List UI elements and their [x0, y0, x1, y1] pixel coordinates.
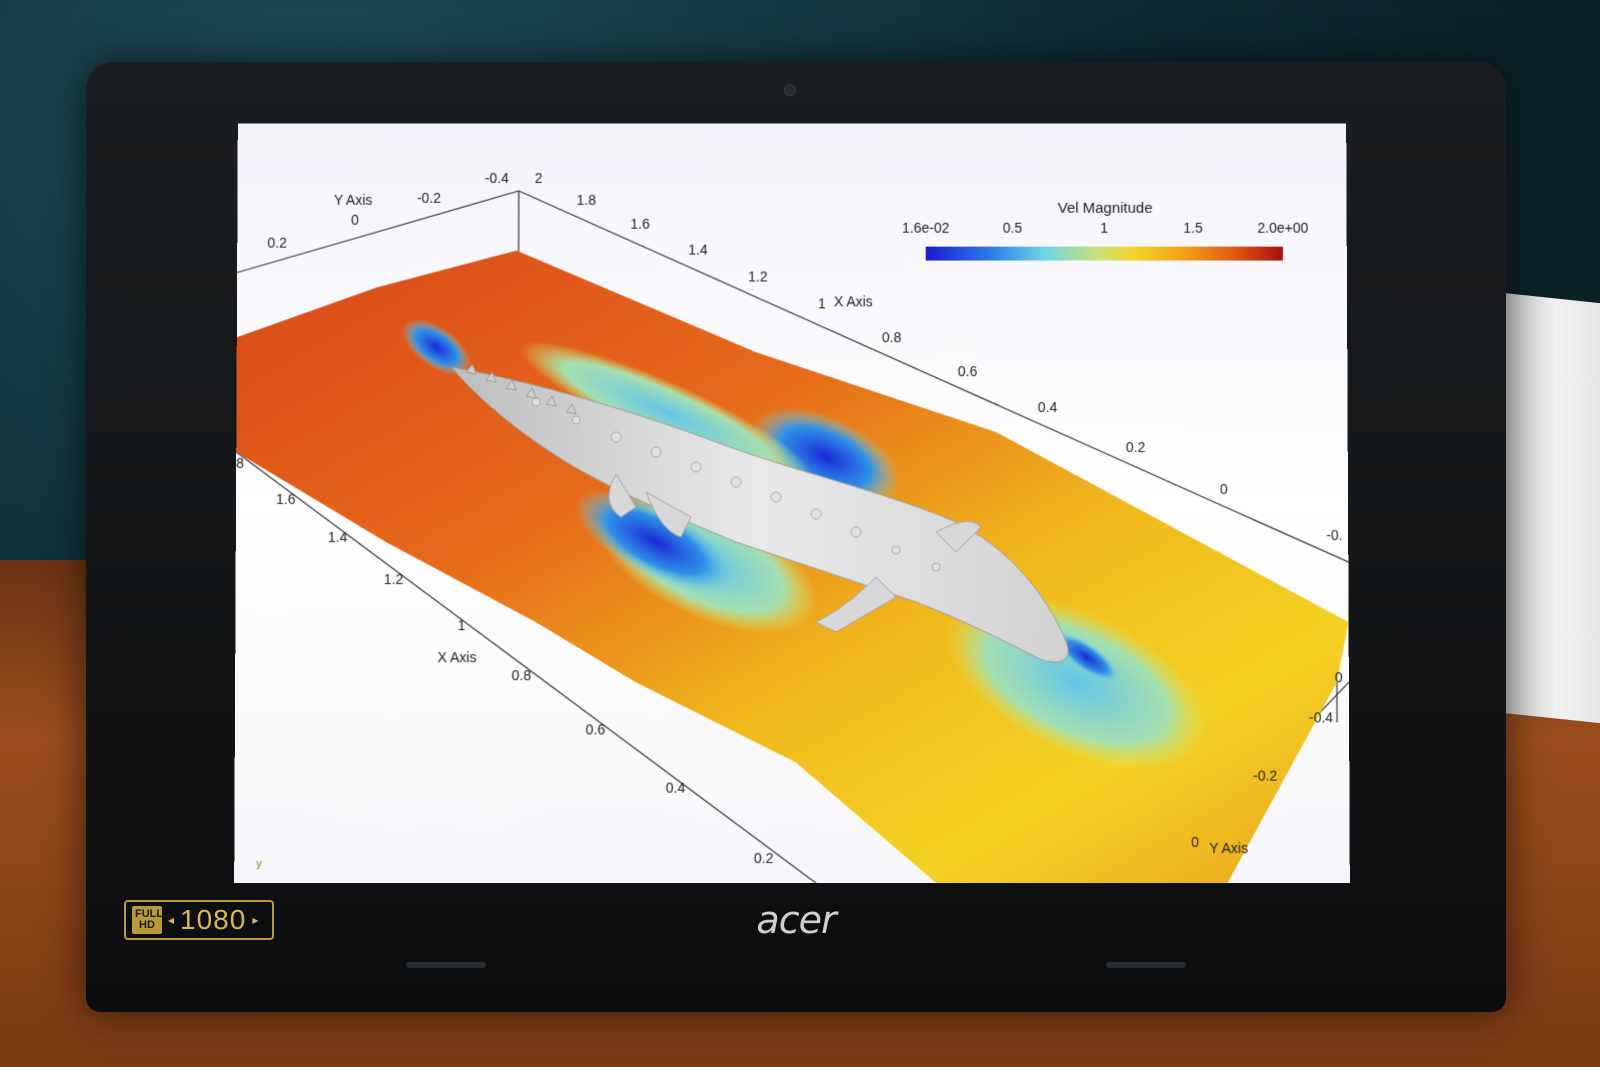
x-tick: 0.4 — [1038, 399, 1058, 415]
legend-tick-1-5: 1.5 — [1183, 220, 1203, 236]
x-tick: 1.2 — [384, 571, 404, 587]
x-axis-title-top: X Axis — [834, 293, 873, 309]
x-tick: 0.6 — [586, 721, 606, 737]
x-tick: 1.4 — [328, 529, 348, 545]
y-tick: 0.2 — [267, 235, 287, 251]
color-legend: Vel Magnitude 1.6e-02 0.5 1 1.5 2.0e+00 — [902, 200, 1309, 261]
hinge-right — [1106, 962, 1186, 968]
x-tick: 0.8 — [512, 667, 532, 683]
resolution-label: 1080 — [180, 904, 247, 935]
hinge-left — [406, 962, 486, 968]
x-tick: 0.4 — [666, 780, 686, 796]
x-tick: 0 — [1220, 481, 1228, 497]
x-tick: 1 — [818, 295, 826, 311]
paper-document — [1500, 292, 1600, 728]
colorbar — [925, 246, 1283, 261]
y-tick: 0 — [351, 212, 359, 228]
brand-logo: acer — [756, 898, 836, 942]
y-tick: -0.4 — [1309, 709, 1333, 725]
y-axis-title-right: Y Axis — [1209, 840, 1248, 856]
laptop-screen: Vel Magnitude 1.6e-02 0.5 1 1.5 2.0e+00 … — [234, 123, 1350, 884]
cfd-visualization: Vel Magnitude 1.6e-02 0.5 1 1.5 2.0e+00 … — [234, 170, 1350, 884]
y-axis-title-top: Y Axis — [334, 192, 373, 208]
legend-tick-min: 1.6e-02 — [902, 220, 950, 236]
laptop: Vel Magnitude 1.6e-02 0.5 1 1.5 2.0e+00 … — [86, 62, 1506, 1012]
full-hd-badge: FULL HD ◂ 1080 ▸ — [124, 900, 274, 940]
x-tick: 2 — [535, 170, 543, 186]
legend-title: Vel Magnitude — [1058, 200, 1153, 217]
x-axis-title-left: X Axis — [437, 649, 476, 665]
x-tick: 0.6 — [958, 363, 978, 379]
x-tick: 0.2 — [1126, 439, 1146, 455]
chevron-right-icon: ▸ — [252, 913, 259, 927]
legend-tick-0-5: 0.5 — [1003, 220, 1023, 236]
x-tick: 1.8 — [577, 192, 597, 208]
x-tick: 1.6 — [276, 491, 296, 507]
x-tick: 0.2 — [754, 850, 774, 866]
x-tick: -0. — [1326, 527, 1342, 543]
x-tick: 8 — [236, 455, 244, 471]
top-y-axis: Y Axis 0.2 0 -0.2 -0.4 — [267, 170, 509, 251]
x-tick: 1.4 — [688, 242, 708, 258]
y-tick: 0 — [1191, 834, 1199, 850]
webcam-icon — [784, 84, 796, 96]
legend-tick-max: 2.0e+00 — [1257, 220, 1308, 236]
y-tick: -0.2 — [1253, 768, 1277, 784]
x-tick: 1.2 — [748, 268, 768, 284]
y-tick: 0 — [1335, 669, 1343, 685]
x-tick: 0.8 — [882, 329, 902, 345]
orientation-glyph: y — [256, 858, 262, 870]
x-tick: 1 — [458, 617, 466, 633]
legend-tick-1: 1 — [1100, 220, 1108, 236]
x-tick: 1.6 — [630, 216, 650, 232]
full-hd-label: FULL HD — [132, 906, 163, 934]
chevron-left-icon: ◂ — [168, 913, 175, 927]
y-tick: -0.4 — [485, 170, 509, 186]
y-tick: -0.2 — [417, 190, 441, 206]
